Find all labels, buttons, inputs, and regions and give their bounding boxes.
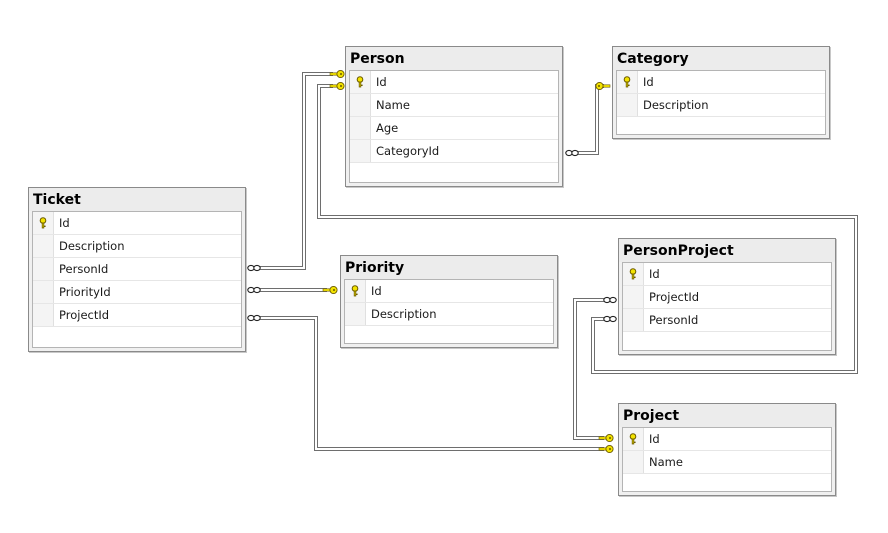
column-name: ProjectId [649,290,700,304]
column-row[interactable]: PriorityId [33,281,241,304]
column-name: Id [649,267,660,281]
table-person[interactable]: Person Id Name Age CategoryId [345,46,563,187]
column-name: Name [376,98,410,112]
many-end-icon [247,286,261,294]
column-name: Id [376,75,387,89]
row-gutter [33,281,54,303]
column-row[interactable]: Name [350,94,558,117]
column-row[interactable]: CategoryId [350,140,558,163]
table-category[interactable]: Category Id Description [612,46,830,139]
row-gutter [623,428,644,450]
row-gutter [350,94,371,116]
column-row[interactable]: Id [345,280,553,303]
one-end-key-icon [329,69,345,79]
primary-key-icon [623,76,631,88]
table-personproject[interactable]: PersonProject Id ProjectId PersonId [618,238,836,355]
column-name: PersonId [59,262,109,276]
column-name: Description [643,98,709,112]
row-gutter [623,451,644,473]
table-priority[interactable]: Priority Id Description [340,255,558,348]
row-gutter [617,71,638,93]
column-name: Id [371,284,382,298]
column-row[interactable]: Id [623,428,831,451]
table-columns-person: Id Name Age CategoryId [349,70,559,183]
column-name: Id [649,432,660,446]
table-columns-priority: Id Description [344,279,554,344]
table-project[interactable]: Project Id Name [618,403,836,496]
column-row[interactable]: Name [623,451,831,474]
row-gutter [617,94,638,116]
table-title-person: Person [346,47,562,70]
many-end-icon [247,264,261,272]
column-name: CategoryId [376,144,440,158]
column-name: PriorityId [59,285,111,299]
column-row[interactable]: ProjectId [623,286,831,309]
column-name: Age [376,121,399,135]
table-ticket[interactable]: Ticket Id Description PersonId PriorityI… [28,187,246,352]
row-gutter [33,212,54,234]
column-name: Id [59,216,70,230]
column-row[interactable]: Id [33,212,241,235]
table-columns-personproject: Id ProjectId PersonId [622,262,832,351]
row-gutter [623,309,644,331]
row-gutter [350,71,371,93]
many-end-icon [565,149,579,157]
row-gutter [345,280,366,302]
column-row[interactable]: PersonId [623,309,831,332]
table-title-project: Project [619,404,835,427]
one-end-key-icon [598,444,614,454]
relationship-personproject-project [573,298,604,440]
row-gutter [623,286,644,308]
many-end-icon [603,315,617,323]
row-gutter [33,235,54,257]
column-row[interactable]: Id [617,71,825,94]
row-gutter [33,304,54,326]
row-gutter [350,117,371,139]
table-title-category: Category [613,47,829,70]
table-title-priority: Priority [341,256,557,279]
table-columns-category: Id Description [616,70,826,135]
column-row[interactable]: PersonId [33,258,241,281]
row-gutter [33,258,54,280]
row-gutter [623,263,644,285]
primary-key-icon [629,268,637,280]
column-name: PersonId [649,313,699,327]
primary-key-icon [629,433,637,445]
table-columns-project: Id Name [622,427,832,492]
column-name: ProjectId [59,308,110,322]
one-end-key-icon [598,433,614,443]
one-end-key-icon [322,285,338,295]
column-name: Id [643,75,654,89]
column-row[interactable]: Id [623,263,831,286]
column-row[interactable]: Description [33,235,241,258]
column-row[interactable]: Age [350,117,558,140]
many-end-icon [247,314,261,322]
column-row[interactable]: Id [350,71,558,94]
table-title-ticket: Ticket [29,188,245,211]
many-end-icon [603,296,617,304]
primary-key-icon [351,285,359,297]
one-end-key-icon [595,81,611,91]
table-columns-ticket: Id Description PersonId PriorityId Proje… [32,211,242,348]
column-name: Name [649,455,683,469]
column-row[interactable]: ProjectId [33,304,241,327]
er-diagram-canvas: Person Id Name Age CategoryId Category I… [0,0,888,533]
column-row[interactable]: Description [617,94,825,117]
column-name: Description [371,307,437,321]
column-name: Description [59,239,125,253]
row-gutter [350,140,371,162]
column-row[interactable]: Description [345,303,553,326]
primary-key-icon [356,76,364,88]
row-gutter [345,303,366,325]
one-end-key-icon [329,81,345,91]
primary-key-icon [39,217,47,229]
relationship-ticket-person [258,72,333,270]
relationship-person-category [576,84,604,155]
table-title-personproject: PersonProject [619,239,835,262]
